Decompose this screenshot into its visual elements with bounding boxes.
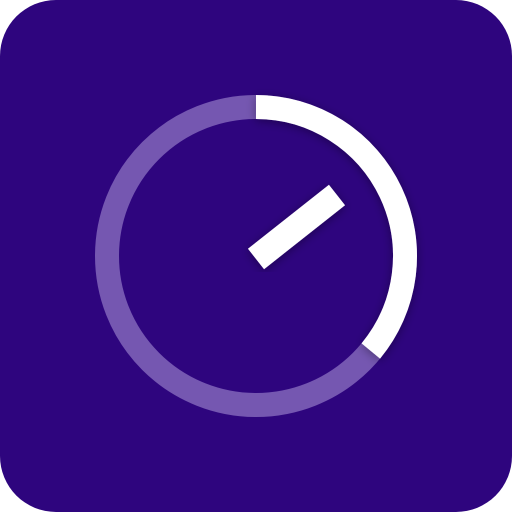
app-icon[interactable] [0,0,512,512]
speedometer-icon [0,0,512,512]
